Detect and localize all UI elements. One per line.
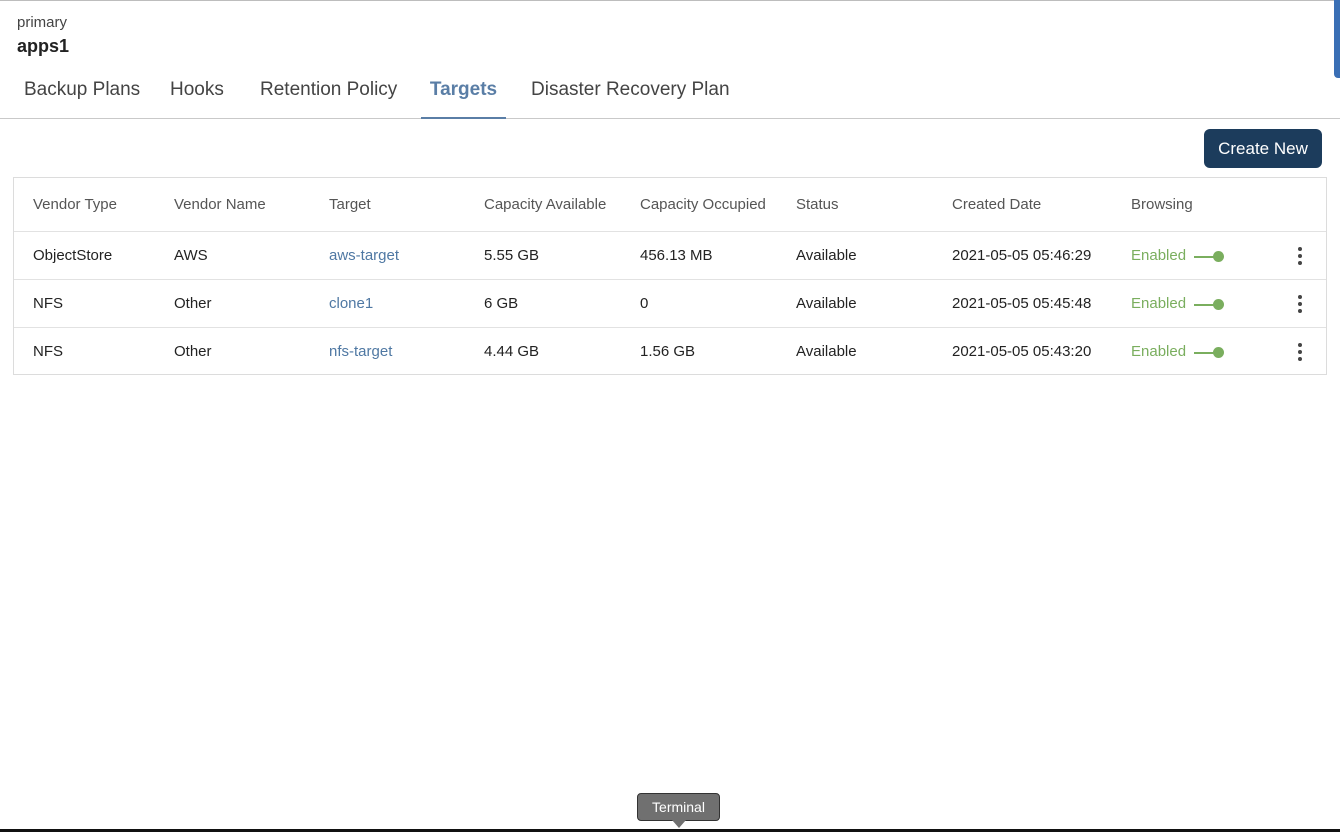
status-cell: Available xyxy=(796,247,857,264)
tooltip-arrow xyxy=(672,820,686,828)
toggle-knob xyxy=(1213,299,1224,310)
column-header-status[interactable]: Status xyxy=(796,178,839,231)
vendor-name-cell: AWS xyxy=(174,247,208,264)
column-header-capacity-occupied[interactable]: Capacity Occupied xyxy=(640,178,766,231)
terminal-tooltip: Terminal xyxy=(637,793,720,821)
browsing-toggle[interactable] xyxy=(1194,251,1226,263)
vendor-type-cell: ObjectStore xyxy=(33,247,113,264)
browsing-toggle[interactable] xyxy=(1194,347,1226,359)
target-link[interactable]: nfs-target xyxy=(329,328,392,375)
cluster-name: primary xyxy=(17,14,68,31)
row-actions-menu-icon[interactable] xyxy=(1293,342,1307,362)
browsing-toggle[interactable] xyxy=(1194,299,1226,311)
column-header-vendor-name[interactable]: Vendor Name xyxy=(174,178,266,231)
namespace-name: apps1 xyxy=(17,36,70,56)
page-header: primary apps1 xyxy=(17,14,69,57)
capacity-occupied-cell: 1.56 GB xyxy=(640,343,696,360)
table-row: NFS Other clone1 6 GB 0 Available 2021-0… xyxy=(14,279,1326,327)
status-cell: Available xyxy=(796,295,857,312)
tab-disaster-recovery-plan[interactable]: Disaster Recovery Plan xyxy=(531,70,730,119)
tab-retention-policy[interactable]: Retention Policy xyxy=(260,70,397,119)
vendor-name-cell: Other xyxy=(174,343,212,360)
vendor-type-cell: NFS xyxy=(33,295,63,312)
row-actions-menu-icon[interactable] xyxy=(1293,294,1307,314)
column-header-browsing[interactable]: Browsing xyxy=(1131,178,1193,231)
status-cell: Available xyxy=(796,343,857,360)
table-header-row: Vendor Type Vendor Name Target Capacity … xyxy=(14,178,1326,231)
tab-backup-plans[interactable]: Backup Plans xyxy=(24,70,140,119)
capacity-available-cell: 6 GB xyxy=(484,295,519,312)
vendor-type-cell: NFS xyxy=(33,343,63,360)
column-header-capacity-available[interactable]: Capacity Available xyxy=(484,178,606,231)
tab-hooks[interactable]: Hooks xyxy=(170,70,224,119)
capacity-occupied-cell: 0 xyxy=(640,295,649,312)
target-link[interactable]: clone1 xyxy=(329,280,373,327)
column-header-target[interactable]: Target xyxy=(329,178,371,231)
tab-targets[interactable]: Targets xyxy=(421,70,506,119)
browsing-status: Enabled xyxy=(1131,343,1187,360)
created-date-cell: 2021-05-05 05:43:20 xyxy=(952,343,1092,360)
capacity-available-cell: 5.55 GB xyxy=(484,247,540,264)
browsing-status: Enabled xyxy=(1131,295,1187,312)
toggle-knob xyxy=(1213,347,1224,358)
create-new-button[interactable]: Create New xyxy=(1204,129,1322,168)
window-top-border xyxy=(0,0,1340,3)
created-date-cell: 2021-05-05 05:45:48 xyxy=(952,295,1092,312)
table-row: ObjectStore AWS aws-target 5.55 GB 456.1… xyxy=(14,231,1326,279)
created-date-cell: 2021-05-05 05:46:29 xyxy=(952,247,1092,264)
targets-table: Vendor Type Vendor Name Target Capacity … xyxy=(13,177,1327,375)
browsing-status: Enabled xyxy=(1131,247,1187,264)
column-header-vendor-type[interactable]: Vendor Type xyxy=(33,178,117,231)
scrollbar-thumb[interactable] xyxy=(1334,0,1340,78)
capacity-occupied-cell: 456.13 MB xyxy=(640,247,713,264)
row-actions-menu-icon[interactable] xyxy=(1293,246,1307,266)
capacity-available-cell: 4.44 GB xyxy=(484,343,540,360)
table-row: NFS Other nfs-target 4.44 GB 1.56 GB Ava… xyxy=(14,327,1326,375)
target-link[interactable]: aws-target xyxy=(329,232,399,279)
column-header-created-date[interactable]: Created Date xyxy=(952,178,1041,231)
toggle-knob xyxy=(1213,251,1224,262)
vendor-name-cell: Other xyxy=(174,295,212,312)
tab-bar: Backup Plans Hooks Retention Policy Targ… xyxy=(0,70,1340,119)
